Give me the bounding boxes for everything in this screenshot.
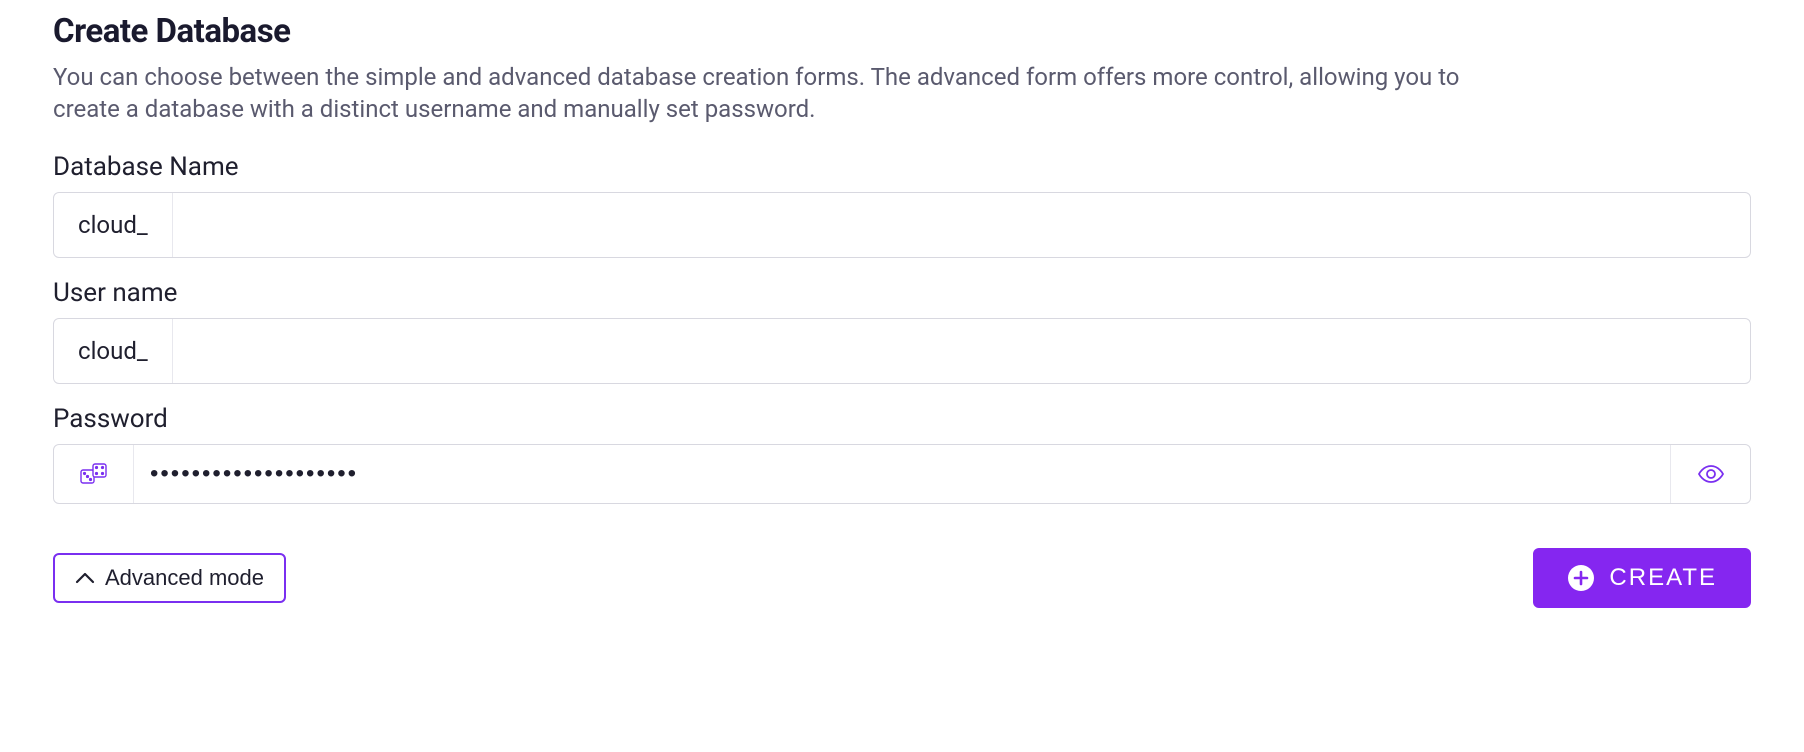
dice-icon — [80, 462, 108, 486]
create-button-label: CREATE — [1609, 564, 1717, 592]
user-name-prefix: cloud_ — [54, 319, 173, 383]
create-button[interactable]: CREATE — [1533, 548, 1751, 608]
generate-password-button[interactable] — [54, 445, 134, 503]
user-name-group: User name cloud_ — [53, 278, 1751, 384]
password-input[interactable] — [134, 445, 1670, 503]
advanced-mode-label: Advanced mode — [105, 565, 264, 591]
password-label: Password — [53, 404, 1751, 434]
page-description: You can choose between the simple and ad… — [53, 61, 1513, 126]
password-group: Password — [53, 404, 1751, 504]
database-name-prefix: cloud_ — [54, 193, 173, 257]
eye-icon — [1697, 464, 1725, 484]
chevron-up-icon — [75, 571, 95, 585]
database-name-input[interactable] — [173, 193, 1750, 257]
database-name-label: Database Name — [53, 152, 1751, 182]
page-title: Create Database — [53, 12, 1751, 51]
advanced-mode-button[interactable]: Advanced mode — [53, 553, 286, 603]
user-name-input-wrapper: cloud_ — [53, 318, 1751, 384]
password-input-wrapper — [53, 444, 1751, 504]
database-name-input-wrapper: cloud_ — [53, 192, 1751, 258]
toggle-password-visibility-button[interactable] — [1670, 445, 1750, 503]
plus-circle-icon — [1567, 564, 1595, 592]
database-name-group: Database Name cloud_ — [53, 152, 1751, 258]
footer-actions: Advanced mode CREATE — [53, 548, 1751, 608]
user-name-label: User name — [53, 278, 1751, 308]
user-name-input[interactable] — [173, 319, 1750, 383]
